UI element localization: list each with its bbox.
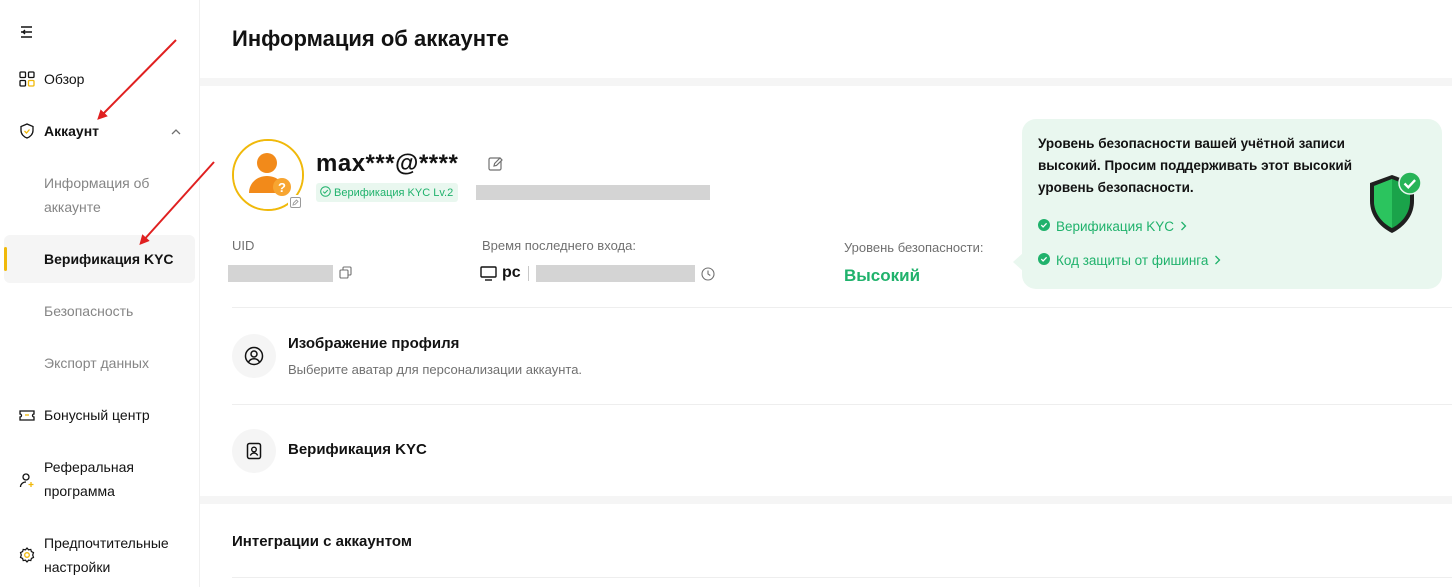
chevron-up-icon[interactable] [170,125,182,143]
chevron-right-icon [1180,219,1187,234]
page-title: Информация об аккаунте [232,26,510,51]
profile-image-row-icon[interactable] [232,334,276,378]
phishing-link-label: Код защиты от фишинга [1056,253,1209,268]
sidebar-item-label: Верификация KYC [44,251,174,267]
shield-check-icon [18,122,36,140]
check-circle-icon [1038,219,1050,234]
chevron-right-icon [1214,253,1221,268]
sidebar-item-export[interactable]: Экспорт данных [44,351,149,375]
kyc-badge-label: Верификация KYC Lv.2 [334,186,454,199]
section-divider [200,78,1452,86]
redacted-email [476,185,710,200]
uid-label: UID [232,238,255,253]
clock-icon[interactable] [701,267,715,286]
sidebar-item-account[interactable]: Аккаунт [0,119,200,143]
kyc-row-title[interactable]: Верификация KYC [288,441,427,458]
kyc-link-label: Верификация KYC [1056,219,1175,234]
redacted-uid [228,265,333,282]
sidebar-item-label: Реферальная программа [44,459,134,499]
kyc-row-icon[interactable] [232,429,276,473]
sidebar-item-label: Предпочтительные настройки [44,535,169,575]
username: max***@**** [316,150,459,177]
kyc-level-badge: Верификация KYC Lv.2 [316,183,459,202]
check-circle-icon [1038,253,1050,268]
sidebar-item-bonus[interactable]: Бонусный центр [0,403,200,427]
security-level-value: Высокий [844,266,921,285]
monitor-icon [480,266,497,286]
user-plus-icon [18,471,36,489]
id-card-icon [246,442,262,460]
row-divider [232,404,1452,405]
svg-text:?: ? [278,180,286,195]
device-name: pc [502,264,521,281]
sidebar-item-label: Аккаунт [44,123,100,139]
security-status-card: Уровень безопасности вашей учётной запис… [1013,119,1442,289]
collapse-menu-icon[interactable] [18,24,34,40]
grid-icon [18,70,36,88]
profile-image-title[interactable]: Изображение профиля [288,335,459,352]
kyc-verification-link[interactable]: Верификация KYC [1038,219,1187,234]
section-divider [200,496,1452,504]
sidebar-item-security[interactable]: Безопасность [44,299,133,323]
security-level-label: Уровень безопасности: [844,240,984,255]
last-login-label: Время последнего входа: [482,238,636,253]
sidebar-item-kyc[interactable]: Верификация KYC [4,235,195,283]
security-card-text: Уровень безопасности вашей учётной запис… [1038,136,1353,195]
sidebar-item-label: Бонусный центр [44,407,150,423]
sidebar-item-overview[interactable]: Обзор [0,67,200,91]
avatar-edit-icon[interactable] [288,195,302,209]
gear-icon [18,546,36,564]
profile-image-subtitle: Выберите аватар для персонализации аккау… [288,362,583,377]
edit-username-icon[interactable] [488,156,504,172]
sidebar-item-label: Обзор [44,71,85,87]
shield-icon [1366,171,1422,235]
anti-phishing-link[interactable]: Код защиты от фишинга [1038,253,1221,268]
user-circle-icon [244,346,264,366]
redacted-login-time [536,265,695,282]
sidebar-item-account-info[interactable]: Информация об аккаунте [44,171,174,219]
check-circle-icon [320,185,331,200]
sidebar: Обзор Аккаунт Информация об аккаунте Вер… [0,0,200,587]
sidebar-item-preferences[interactable]: Предпочтительные настройки [0,531,200,579]
sidebar-item-referral[interactable]: Реферальная программа [0,455,200,503]
copy-icon[interactable] [339,266,352,284]
ticket-icon [18,406,36,424]
separator [528,266,529,281]
row-divider [232,577,1452,578]
row-divider [232,307,1452,308]
integrations-title: Интеграции с аккаунтом [232,533,412,550]
